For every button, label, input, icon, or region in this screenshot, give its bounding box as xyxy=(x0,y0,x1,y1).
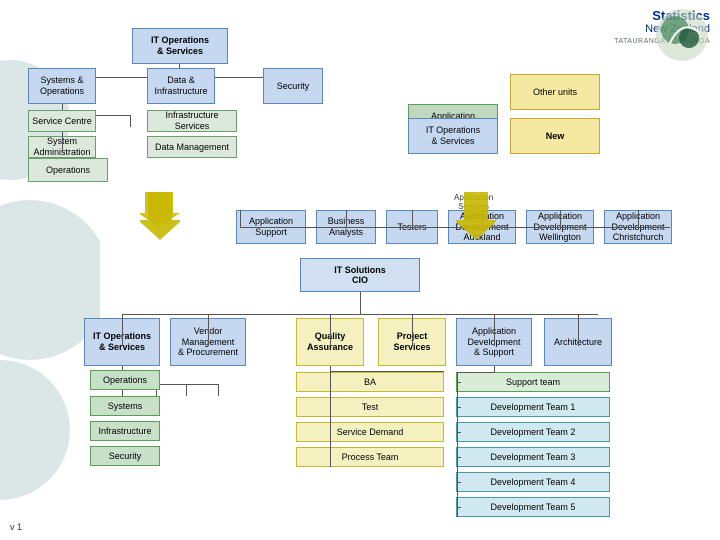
systems-sub-box: Systems xyxy=(90,396,160,416)
dev-team-1-box: Development Team 1 xyxy=(456,397,610,417)
logo-emblem xyxy=(655,8,710,63)
dev-sub-h2 xyxy=(457,382,461,383)
sub-it-v5 xyxy=(218,384,219,396)
bottom-h-connector xyxy=(122,314,598,315)
dev-sub-v2 xyxy=(457,372,458,517)
other-units-box: Other units xyxy=(510,74,600,110)
qa-sub-h xyxy=(330,371,444,372)
dev-sub-h6 xyxy=(457,482,461,483)
mid-v1 xyxy=(240,210,241,227)
mid-v6 xyxy=(638,210,639,227)
new-box: New xyxy=(510,118,600,154)
dev-sub-h xyxy=(457,372,494,373)
mid-h-connector xyxy=(240,227,670,228)
infra-services-box: Infrastructure Services xyxy=(147,110,237,132)
sub-it-v4 xyxy=(186,384,187,396)
support-team-box: Support team xyxy=(456,372,610,392)
operations-sub-box: Operations xyxy=(90,370,160,390)
version-label: v 1 xyxy=(10,522,22,532)
it-ops-services-top-box: IT Operations & Services xyxy=(132,28,228,64)
security-sub-box: Security xyxy=(90,446,160,466)
right-arrow xyxy=(456,192,496,242)
mid-v2 xyxy=(346,210,347,227)
b-v6 xyxy=(578,314,579,346)
dev-sub-h5 xyxy=(457,457,461,458)
service-centre-box: Service Centre xyxy=(28,110,96,132)
connector-v7 xyxy=(130,115,131,127)
left-arrow xyxy=(140,192,180,242)
dev-team-2-box: Development Team 2 xyxy=(456,422,610,442)
dev-sub-v xyxy=(494,366,495,372)
b-v4 xyxy=(412,314,413,346)
dev-sub-h3 xyxy=(457,407,461,408)
dev-sub-h4 xyxy=(457,432,461,433)
logo: Statistics New Zealand TATAURANGA AOTEAR… xyxy=(614,8,710,46)
security-top-box: Security xyxy=(263,68,323,104)
infrastructure-sub-box: Infrastructure xyxy=(90,421,160,441)
connector-v8 xyxy=(62,132,63,152)
data-infrastructure-box: Data & Infrastructure xyxy=(147,68,215,104)
cio-v-connector xyxy=(360,292,361,314)
test-box: Test xyxy=(296,397,444,417)
mid-v3 xyxy=(412,210,413,227)
dev-team-5-box: Development Team 5 xyxy=(456,497,610,517)
b-v1 xyxy=(122,314,123,346)
qa-sub-v2 xyxy=(330,372,331,467)
dev-sub-h7 xyxy=(457,507,461,508)
ba-box: BA xyxy=(296,372,444,392)
process-team-box: Process Team xyxy=(296,447,444,467)
dev-team-4-box: Development Team 4 xyxy=(456,472,610,492)
b-v2 xyxy=(208,314,209,346)
service-demand-box: Service Demand xyxy=(296,422,444,442)
cio-box: IT SolutionsCIO xyxy=(300,258,420,292)
mid-v5 xyxy=(560,210,561,227)
data-mgmt-box: Data Management xyxy=(147,136,237,158)
operations-top-box: Operations xyxy=(28,158,108,182)
dev-team-3-box: Development Team 3 xyxy=(456,447,610,467)
it-ops-right-box: IT Operations & Services xyxy=(408,118,498,154)
b-v3 xyxy=(330,314,331,346)
b-v5 xyxy=(494,314,495,346)
systems-operations-box: Systems & Operations xyxy=(28,68,96,104)
